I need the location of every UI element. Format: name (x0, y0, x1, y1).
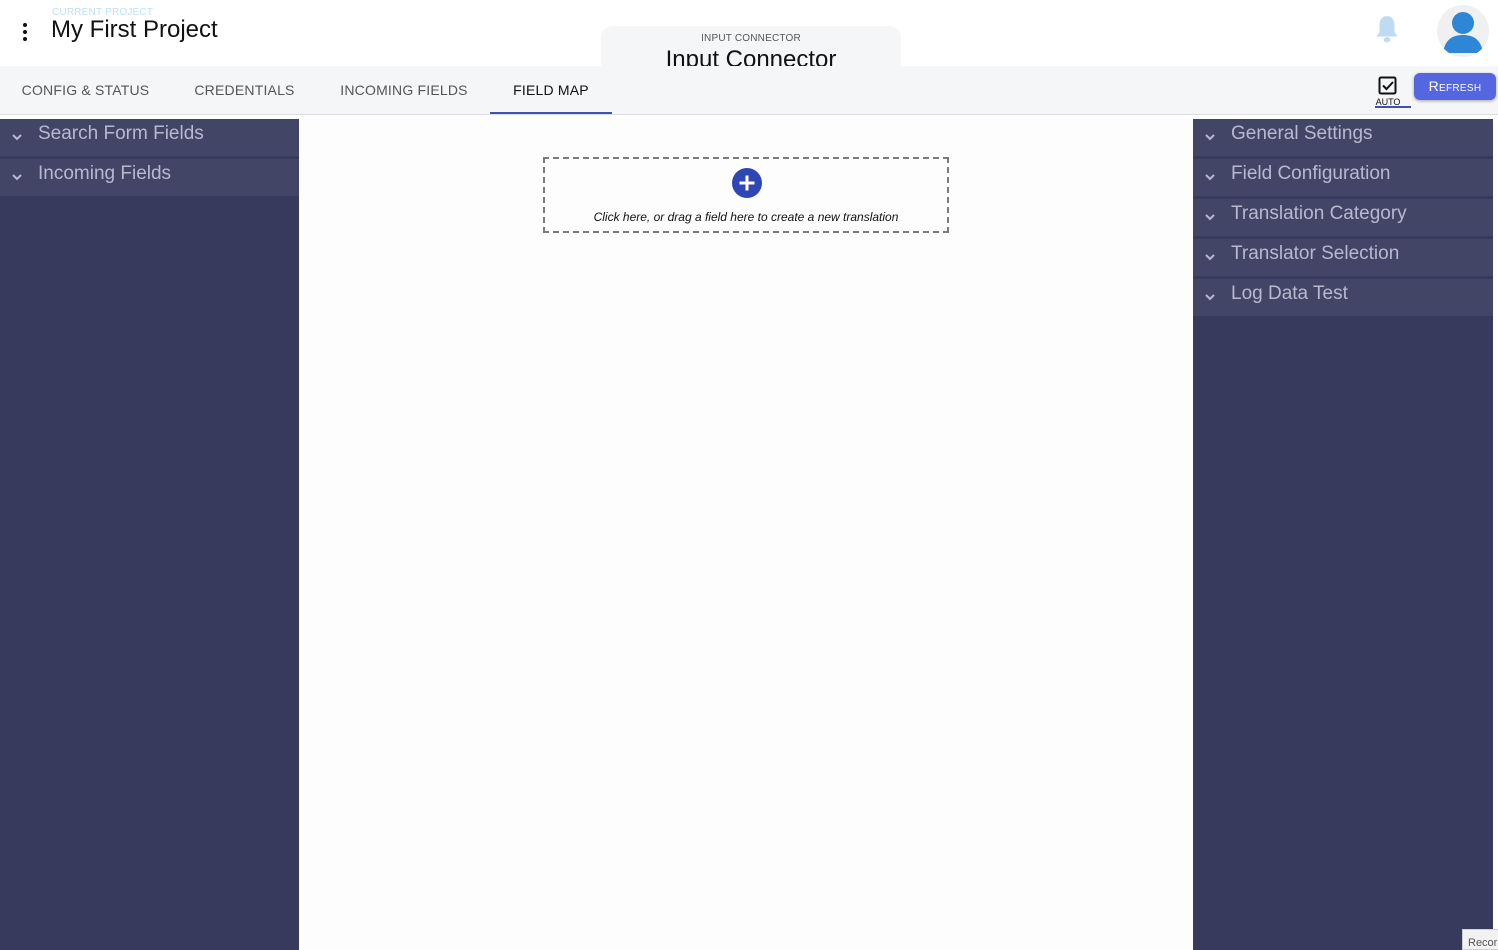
auto-refresh-toggle[interactable]: AUTO (1375, 74, 1411, 108)
accordion-general-settings[interactable]: General Settings (1193, 119, 1493, 156)
accordion-label: Translator Selection (1231, 243, 1400, 264)
tab-config-status[interactable]: CONFIG & STATUS (0, 66, 171, 114)
accordion-label: Field Configuration (1231, 163, 1391, 184)
more-vert-icon[interactable] (18, 20, 32, 44)
accordion-translation-category[interactable]: Translation Category (1193, 199, 1493, 236)
accordion-label: Incoming Fields (38, 163, 172, 184)
dropzone-hint: Click here, or drag a field here to crea… (593, 210, 899, 224)
accordion-label: Search Form Fields (38, 123, 204, 144)
chevron-down-icon (12, 134, 22, 141)
connector-caption: INPUT CONNECTOR (701, 33, 801, 44)
accordion-field-configuration[interactable]: Field Configuration (1193, 159, 1493, 196)
tab-incoming-fields[interactable]: INCOMING FIELDS (318, 66, 490, 114)
chevron-down-icon (1205, 174, 1215, 181)
auto-label: AUTO (1375, 97, 1401, 107)
app-header: CURRENT PROJECT My First Project INPUT C… (0, 0, 1498, 73)
accordion-label: General Settings (1231, 123, 1373, 144)
right-panel: General Settings Field Configuration Tra… (1193, 119, 1493, 950)
chevron-down-icon (1205, 214, 1215, 221)
tab-bar: CONFIG & STATUS CREDENTIALS INCOMING FIE… (0, 66, 1498, 115)
accordion-incoming-fields[interactable]: Incoming Fields (0, 159, 299, 196)
chevron-down-icon (1205, 134, 1215, 141)
chevron-down-icon (12, 174, 22, 181)
connector-title-tab: INPUT CONNECTOR Input Connector (601, 26, 901, 73)
chevron-down-icon (1205, 254, 1215, 261)
tab-credentials[interactable]: CREDENTIALS (171, 66, 318, 114)
accordion-translator-selection[interactable]: Translator Selection (1193, 239, 1493, 276)
tab-field-map[interactable]: FIELD MAP (490, 66, 612, 114)
chevron-down-icon (1205, 294, 1215, 301)
field-map-canvas: Click here, or drag a field here to crea… (299, 119, 1193, 950)
record-tab[interactable]: Recor (1462, 929, 1498, 950)
accordion-label: Log Data Test (1231, 283, 1348, 304)
refresh-button[interactable]: Refresh (1414, 73, 1496, 100)
bell-icon[interactable] (1374, 14, 1400, 44)
accordion-label: Translation Category (1231, 203, 1407, 224)
project-name: My First Project (51, 16, 218, 43)
accordion-search-form-fields[interactable]: Search Form Fields (0, 119, 299, 156)
checkbox-checked-icon (1378, 76, 1397, 95)
left-panel: Search Form Fields Incoming Fields (0, 119, 299, 950)
accordion-log-data-test[interactable]: Log Data Test (1193, 279, 1493, 316)
add-circle-icon (732, 168, 762, 198)
new-translation-dropzone[interactable]: Click here, or drag a field here to crea… (543, 157, 949, 233)
user-avatar-icon[interactable] (1437, 5, 1489, 57)
